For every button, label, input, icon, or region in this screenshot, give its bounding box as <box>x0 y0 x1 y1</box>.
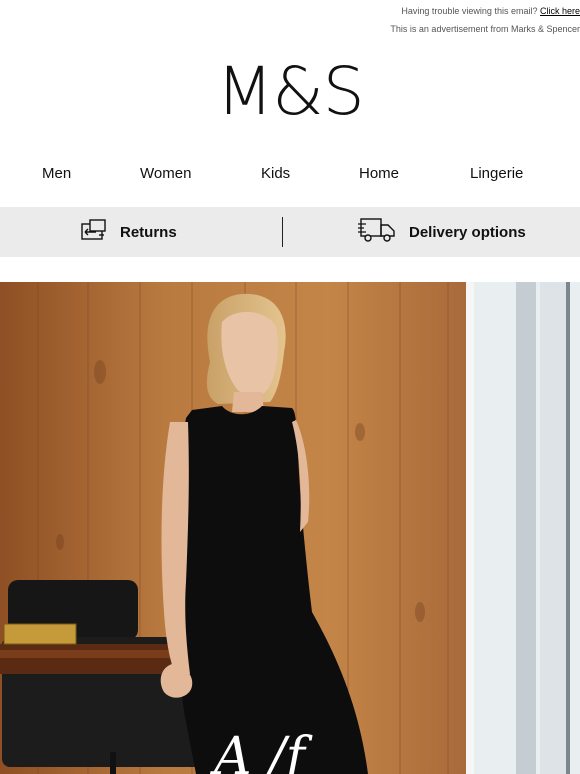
nav-item-kids[interactable]: Kids <box>261 162 290 186</box>
hero-image[interactable]: A /f <box>0 282 580 774</box>
nav-item-men[interactable]: Men <box>42 162 71 186</box>
svg-text:A /f: A /f <box>210 727 313 774</box>
nav-item-lingerie[interactable]: Lingerie <box>470 162 523 186</box>
delivery-truck-icon <box>357 216 397 248</box>
utility-bar: Returns Delivery options <box>0 207 580 257</box>
click-here-link[interactable]: Click here <box>540 6 580 16</box>
preheader-trouble: Having trouble viewing this email? Click… <box>401 6 580 16</box>
nav-item-home[interactable]: Home <box>359 162 399 186</box>
returns-link[interactable]: Returns <box>80 207 177 257</box>
bar-divider <box>282 217 283 247</box>
nav-item-women[interactable]: Women <box>140 162 191 186</box>
category-nav: Men Women Kids Home Lingerie <box>0 162 580 186</box>
returns-icon <box>80 218 108 246</box>
returns-label: Returns <box>120 223 177 241</box>
delivery-label: Delivery options <box>409 223 526 241</box>
advertisement-notice: This is an advertisement from Marks & Sp… <box>390 24 580 34</box>
brand-logo[interactable]: M&S <box>0 52 580 132</box>
trouble-text: Having trouble viewing this email? <box>401 6 538 16</box>
delivery-options-link[interactable]: Delivery options <box>357 207 526 257</box>
hero-illustration: A /f <box>0 282 580 774</box>
